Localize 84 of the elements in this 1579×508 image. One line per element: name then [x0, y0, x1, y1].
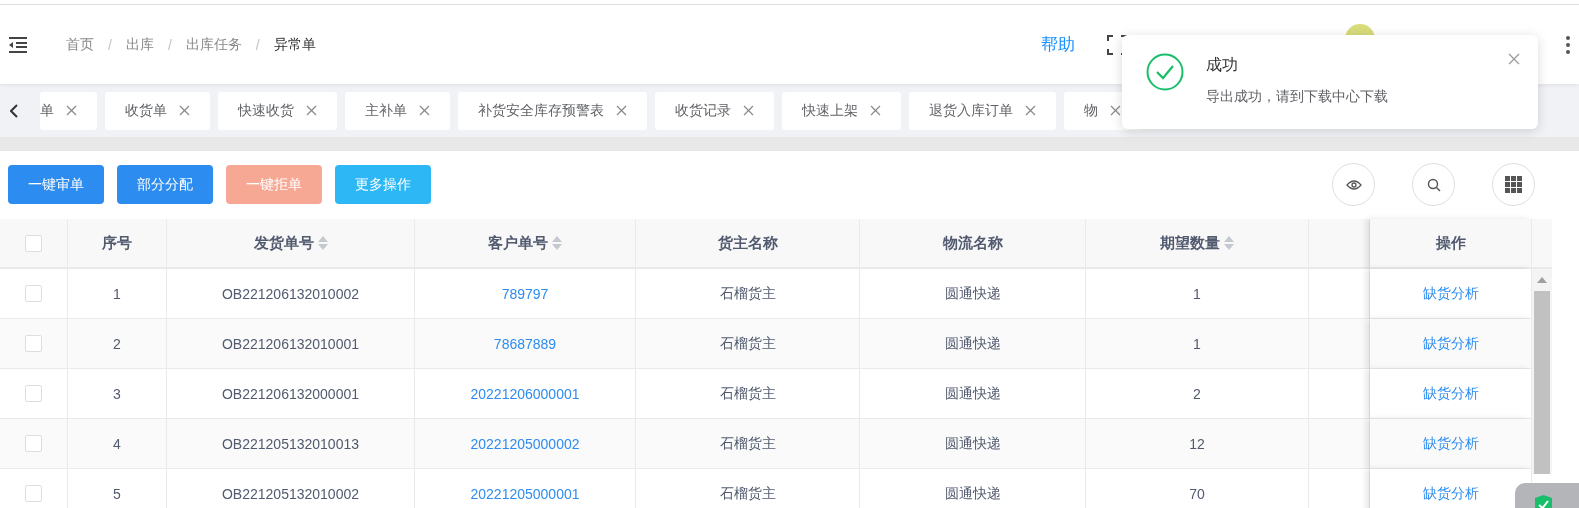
column-header: 序号	[102, 233, 132, 253]
grid-icon[interactable]	[1492, 163, 1535, 206]
column-header: 物流名称	[942, 233, 1003, 253]
scroll-up-icon[interactable]	[1537, 277, 1547, 283]
toast-title: 成功	[1206, 55, 1239, 75]
table-cell: 石榴货主	[636, 269, 860, 319]
table-cell: 1	[1086, 269, 1309, 319]
table-cell: OB221206132010001	[167, 319, 415, 369]
shield-check-icon[interactable]	[1535, 495, 1552, 508]
breadcrumb-item: 异常单	[273, 35, 316, 54]
select-all-checkbox[interactable]	[25, 234, 42, 252]
page-tab[interactable]: 补货安全库存预警表	[458, 91, 647, 130]
page-tab[interactable]: 快速上架	[782, 91, 901, 130]
table-cell: 1	[68, 269, 167, 319]
table-cell: 圆通快递	[860, 269, 1086, 319]
order-link[interactable]: 20221205000001	[470, 485, 580, 502]
shortage-analysis-link[interactable]: 缺货分析	[1422, 384, 1479, 403]
column-header: 操作	[1435, 233, 1466, 253]
breadcrumb-separator: /	[108, 36, 112, 53]
table-cell: 2	[1086, 369, 1309, 419]
table-cell: 石榴货主	[636, 319, 860, 369]
table-cell: 1	[1086, 319, 1309, 369]
scroll-left-icon[interactable]	[10, 103, 18, 118]
page-tab[interactable]: 收货记录	[655, 91, 774, 130]
row-checkbox[interactable]	[25, 335, 42, 352]
close-icon[interactable]	[870, 105, 881, 116]
breadcrumb-separator: /	[255, 36, 260, 53]
action-button[interactable]: 部分分配	[117, 165, 213, 204]
more-icon[interactable]	[1565, 34, 1571, 55]
menu-fold-icon[interactable]	[8, 36, 28, 53]
column-header: 发货单号	[253, 233, 314, 253]
page-tab[interactable]: 快速收货	[218, 91, 337, 130]
table-cell: 石榴货主	[636, 419, 860, 469]
action-button[interactable]: 更多操作	[335, 165, 431, 204]
close-icon[interactable]	[66, 105, 77, 116]
row-checkbox[interactable]	[25, 435, 42, 452]
column-header: 客户单号	[488, 233, 548, 253]
column-header: 货主名称	[717, 233, 778, 253]
close-icon[interactable]	[743, 105, 754, 116]
shortage-analysis-link[interactable]: 缺货分析	[1422, 484, 1479, 503]
order-link[interactable]: 20221206000001	[470, 385, 580, 402]
table-cell: OB221205132010013	[167, 419, 415, 469]
row-checkbox[interactable]	[25, 485, 42, 502]
shortage-analysis-link[interactable]: 缺货分析	[1422, 284, 1479, 303]
row-checkbox[interactable]	[25, 285, 42, 302]
action-button[interactable]: 一键审单	[8, 165, 104, 204]
toast-message: 导出成功，请到下载中心下载	[1206, 88, 1388, 106]
close-icon[interactable]	[306, 105, 317, 116]
search-icon[interactable]	[1412, 163, 1455, 206]
table-cell: 圆通快递	[860, 369, 1086, 419]
close-icon[interactable]	[616, 105, 627, 116]
breadcrumb-item[interactable]: 首页	[66, 35, 94, 54]
breadcrumb-separator: /	[167, 36, 172, 53]
page-tab[interactable]: 退货入库订单	[909, 91, 1056, 130]
table-cell: OB221206132000001	[167, 369, 415, 419]
scrollbar[interactable]	[1532, 269, 1552, 474]
table-cell: 12	[1086, 419, 1309, 469]
order-link[interactable]: 20221205000002	[470, 435, 580, 452]
page-tab[interactable]: 收货单	[105, 91, 210, 130]
page-tab[interactable]: 主补单	[345, 91, 450, 130]
table-cell: 圆通快递	[860, 319, 1086, 369]
table-cell: 4	[68, 419, 167, 469]
close-icon[interactable]	[419, 105, 430, 116]
eye-icon[interactable]	[1332, 163, 1375, 206]
page-tab[interactable]: 单	[40, 91, 97, 130]
table-cell: 石榴货主	[636, 369, 860, 419]
breadcrumb-item[interactable]: 出库任务	[185, 35, 242, 54]
close-icon[interactable]	[1025, 105, 1036, 116]
breadcrumb-item[interactable]: 出库	[125, 35, 154, 54]
order-link[interactable]: 789797	[501, 285, 549, 302]
close-icon[interactable]	[179, 105, 190, 116]
order-link[interactable]: 78687889	[493, 335, 557, 352]
table-cell: 2	[68, 319, 167, 369]
table-cell: OB221206132010002	[167, 269, 415, 319]
success-icon	[1146, 53, 1184, 91]
close-icon[interactable]	[1110, 105, 1121, 116]
column-header: 期望数量	[1160, 233, 1220, 253]
help-link[interactable]: 帮助	[1041, 33, 1075, 56]
close-icon[interactable]	[1508, 53, 1520, 65]
shortage-analysis-link[interactable]: 缺货分析	[1422, 334, 1479, 353]
table-cell: 圆通快递	[860, 419, 1086, 469]
shortage-analysis-link[interactable]: 缺货分析	[1422, 434, 1479, 453]
row-checkbox[interactable]	[25, 385, 42, 402]
table-cell: 3	[68, 369, 167, 419]
